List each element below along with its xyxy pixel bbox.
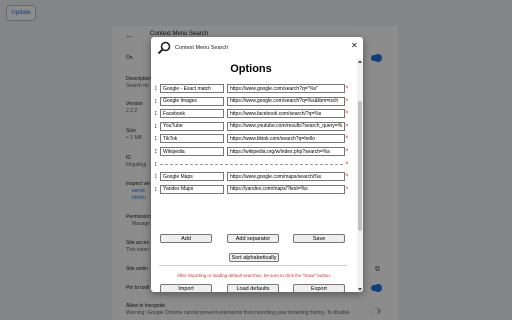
import-button[interactable]: Import (160, 284, 212, 292)
engine-url-input[interactable] (227, 172, 345, 182)
engine-row: ↕× (151, 147, 351, 156)
delete-row-icon[interactable]: × (345, 185, 349, 194)
engine-name-input[interactable] (160, 184, 224, 194)
delete-row-icon[interactable]: × (345, 134, 349, 143)
scroll-up-arrow-icon[interactable] (358, 60, 362, 63)
engine-name-input[interactable] (160, 134, 224, 144)
engine-name-input[interactable] (160, 147, 224, 156)
engine-url-input[interactable] (227, 109, 345, 119)
engine-url-input[interactable] (227, 96, 345, 106)
engine-url-input[interactable] (227, 147, 345, 156)
engine-name-input[interactable] (160, 96, 224, 106)
scroll-down-arrow-icon[interactable] (358, 288, 362, 291)
engine-name-input[interactable] (160, 84, 224, 93)
engine-row: ↕× (151, 84, 351, 93)
options-heading: Options (230, 63, 272, 75)
load-defaults-button[interactable]: Load defaults (227, 284, 279, 292)
drag-handle-icon[interactable]: ↕ (154, 147, 158, 156)
dialog-title: Context Menu Search (175, 45, 229, 51)
separator-row: ↕ × (151, 160, 351, 169)
delete-row-icon[interactable]: × (345, 109, 349, 118)
engine-url-input[interactable] (227, 121, 345, 131)
delete-row-icon[interactable]: × (345, 97, 349, 106)
delete-row-icon[interactable]: × (345, 160, 349, 169)
delete-row-icon[interactable]: × (345, 84, 349, 93)
add-separator-button[interactable]: Add separator (227, 234, 279, 243)
add-button[interactable]: Add (160, 234, 212, 243)
engine-url-input[interactable] (227, 134, 345, 144)
engine-row: ↕× (151, 121, 351, 131)
options-dialog: Context Menu Search ✕ Options ↕×↕×↕×↕×↕×… (151, 37, 363, 292)
options-content: Options ↕×↕×↕×↕×↕×↕×↕×↕×↕× Add Add separ… (151, 59, 357, 292)
dialog-scrollbar[interactable] (357, 59, 363, 292)
dialog-header: Context Menu Search ✕ (151, 37, 363, 59)
drag-handle-icon[interactable]: ↕ (154, 84, 158, 93)
delete-row-icon[interactable]: × (345, 172, 349, 181)
engine-url-input[interactable] (227, 84, 345, 93)
delete-row-icon[interactable]: × (345, 147, 349, 156)
divider (159, 265, 347, 266)
save-button[interactable]: Save (293, 234, 345, 243)
delete-row-icon[interactable]: × (345, 122, 349, 131)
export-button[interactable]: Export (293, 284, 345, 292)
drag-handle-icon[interactable]: ↕ (154, 185, 158, 194)
engine-name-input[interactable] (160, 109, 224, 119)
engine-row: ↕× (151, 134, 351, 144)
magnifier-icon (157, 41, 171, 55)
engine-row: ↕× (151, 96, 351, 106)
engine-row: ↕× (151, 184, 351, 194)
drag-handle-icon[interactable]: ↕ (154, 109, 158, 118)
engine-name-input[interactable] (160, 172, 224, 182)
engine-url-input[interactable] (227, 184, 345, 194)
drag-handle-icon[interactable]: ↕ (154, 134, 158, 143)
engine-name-input[interactable] (160, 121, 224, 131)
engine-row: ↕× (151, 109, 351, 119)
separator-line (160, 163, 343, 165)
scrollbar-thumb[interactable] (358, 101, 362, 231)
drag-handle-icon[interactable]: ↕ (154, 160, 158, 169)
drag-handle-icon[interactable]: ↕ (154, 122, 158, 131)
engine-row: ↕× (151, 172, 351, 182)
drag-handle-icon[interactable]: ↕ (154, 172, 158, 181)
drag-handle-icon[interactable]: ↕ (154, 97, 158, 106)
sort-alphabetically-button[interactable]: Sort alphabetically (229, 253, 279, 262)
close-icon[interactable]: ✕ (351, 41, 358, 50)
save-warning-text: After importing or loading default searc… (176, 273, 332, 278)
